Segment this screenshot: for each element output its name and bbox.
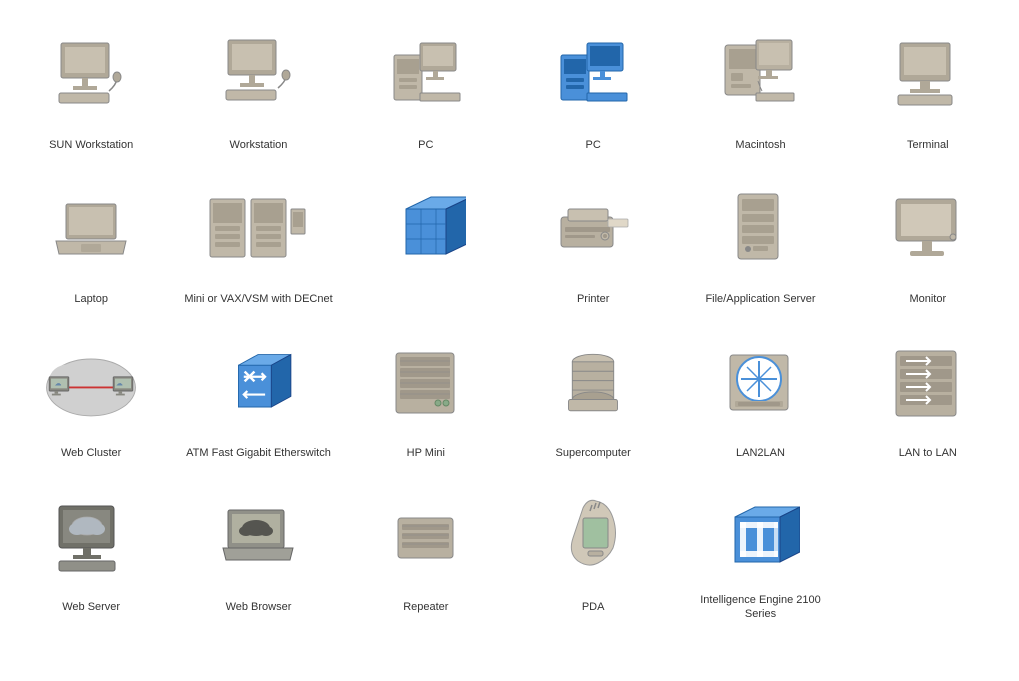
item-workstation[interactable]: Workstation [177, 20, 339, 164]
item-atm-fast[interactable]: ✕ ATM Fast Gigabit Etherswitch [177, 328, 339, 472]
item-terminal[interactable]: Terminal [847, 20, 1009, 164]
sun-workstation-icon [51, 35, 131, 115]
mini-vax-icon [208, 189, 308, 269]
file-server-icon [720, 189, 800, 269]
web-browser-icon [218, 498, 298, 578]
web-cluster-icon: ☁ ☁ [41, 343, 141, 423]
lan2lan-label: LAN2LAN [736, 439, 785, 467]
item-intelligence-engine[interactable]: Intelligence Engine 2100 Series [679, 482, 841, 627]
repeater-label: Repeater [403, 594, 448, 622]
sun-workstation-label: SUN Workstation [49, 131, 133, 159]
supercomputer-label: Supercomputer [556, 439, 631, 467]
item-macintosh[interactable]: Macintosh [679, 20, 841, 164]
printer-label: Printer [577, 285, 609, 313]
terminal-label: Terminal [907, 131, 949, 159]
item-empty [847, 482, 1009, 627]
supercomputer-icon [553, 343, 633, 423]
hp-mini-icon [386, 343, 466, 423]
workstation-icon [218, 35, 298, 115]
hp-mini-label: HP Mini [407, 439, 445, 467]
pc-gray-label: PC [418, 131, 433, 159]
icon-grid: SUN Workstation Workstation [0, 0, 1019, 647]
svg-text:☁: ☁ [116, 380, 123, 388]
web-server-label: Web Server [62, 594, 120, 622]
pda-icon [558, 493, 628, 583]
item-web-server[interactable]: Web Server [10, 482, 172, 627]
lan-to-lan-icon [888, 343, 968, 423]
terminal-icon [888, 35, 968, 115]
item-monitor[interactable]: Monitor [847, 174, 1009, 318]
item-web-cluster[interactable]: ☁ ☁ Web Cluster [10, 328, 172, 472]
item-repeater[interactable]: Repeater [345, 482, 507, 627]
item-lan2lan[interactable]: LAN2LAN [679, 328, 841, 472]
item-sun-workstation[interactable]: SUN Workstation [10, 20, 172, 164]
pc-blue-label: PC [586, 131, 601, 159]
laptop-label: Laptop [74, 285, 108, 313]
intelligence-engine-label: Intelligence Engine 2100 Series [684, 593, 836, 622]
web-browser-label: Web Browser [226, 594, 292, 622]
web-cluster-label: Web Cluster [61, 439, 121, 467]
mini-vax-label: Mini or VAX/VSM with DECnet [184, 285, 332, 313]
monitor-label: Monitor [909, 285, 946, 313]
atm-fast-label: ATM Fast Gigabit Etherswitch [186, 439, 331, 467]
laptop-icon [51, 189, 131, 269]
file-server-label: File/Application Server [705, 285, 815, 313]
lan2lan-icon [720, 343, 800, 423]
repeater-icon [386, 498, 466, 578]
atm-fast-icon: ✕ [218, 343, 298, 423]
printer-icon [553, 189, 633, 269]
item-pda[interactable]: PDA [512, 482, 674, 627]
pc-blue-icon [553, 35, 633, 115]
item-pc-blue[interactable]: PC [512, 20, 674, 164]
item-lan-to-lan[interactable]: LAN to LAN [847, 328, 1009, 472]
item-web-browser[interactable]: Web Browser [177, 482, 339, 627]
item-pc-gray[interactable]: PC [345, 20, 507, 164]
workstation-label: Workstation [230, 131, 288, 159]
svg-text:☁: ☁ [55, 380, 62, 388]
item-file-server[interactable]: File/Application Server [679, 174, 841, 318]
item-mini-vax[interactable]: Mini or VAX/VSM with DECnet [177, 174, 339, 318]
pda-label: PDA [582, 594, 605, 622]
web-server-icon [51, 498, 131, 578]
intelligence-engine-icon [720, 497, 800, 577]
monitor-icon [888, 189, 968, 269]
item-hp-mini[interactable]: HP Mini [345, 328, 507, 472]
item-laptop[interactable]: Laptop [10, 174, 172, 318]
item-atm-cube-r2[interactable] [345, 174, 507, 318]
lan-to-lan-label: LAN to LAN [899, 439, 957, 467]
atm-cube-r2-icon [386, 189, 466, 269]
macintosh-label: Macintosh [735, 131, 785, 159]
pc-gray-icon [386, 35, 466, 115]
item-supercomputer[interactable]: Supercomputer [512, 328, 674, 472]
macintosh-icon [720, 35, 800, 115]
item-printer[interactable]: Printer [512, 174, 674, 318]
